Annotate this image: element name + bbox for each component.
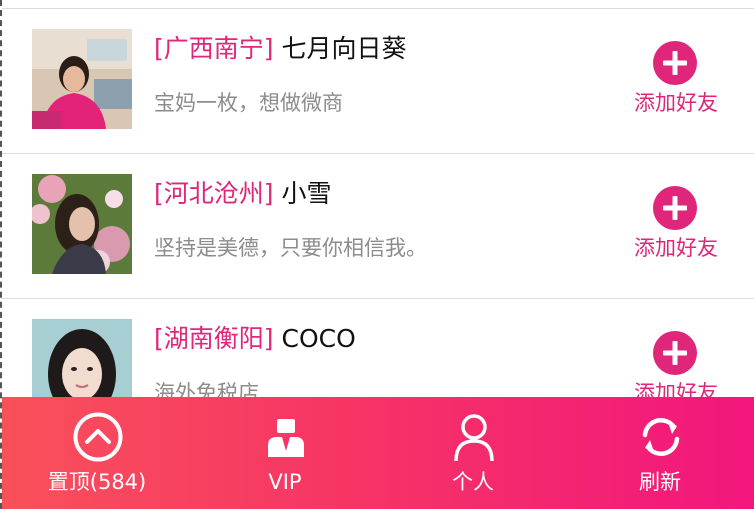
tab-label: 个人 — [452, 470, 494, 494]
signature: 宝妈一枚，想做微商 — [154, 91, 343, 115]
nickname: 小雪 — [281, 179, 332, 208]
avatar[interactable] — [32, 29, 132, 129]
list-item[interactable]: [广西南宁] 七月向日葵 宝妈一枚，想做微商 添加好友 — [2, 9, 754, 154]
name-line: [湖南衡阳] COCO — [154, 321, 356, 357]
chevron-up-circle-icon — [73, 412, 123, 462]
avatar[interactable] — [32, 174, 132, 274]
name-line: [广西南宁] 七月向日葵 — [154, 31, 407, 67]
friend-list: [广西南宁] 七月向日葵 宝妈一枚，想做微商 添加好友 [河北沧州] 小雪 坚持… — [2, 9, 754, 444]
add-friend-label: 添加好友 — [634, 236, 718, 260]
tab-label: 刷新 — [639, 470, 681, 494]
nickname: COCO — [281, 324, 356, 353]
plus-circle-icon — [653, 186, 697, 230]
refresh-icon — [642, 418, 680, 456]
name-line: [河北沧州] 小雪 — [154, 176, 332, 212]
region-label: [湖南衡阳] — [154, 324, 274, 353]
tab-label: 置顶(584) — [47, 470, 147, 494]
tab-label: VIP — [268, 470, 302, 494]
bottom-tab-bar: 置顶(584) VIP 个人 刷新 — [2, 397, 754, 509]
nickname: 七月向日葵 — [281, 34, 407, 63]
add-friend-button[interactable]: 添加好友 — [624, 41, 724, 121]
tab-vip[interactable]: VIP — [215, 397, 355, 509]
tab-refresh[interactable]: 刷新 — [590, 397, 730, 509]
add-friend-button[interactable]: 添加好友 — [624, 186, 724, 266]
plus-circle-icon — [653, 331, 697, 375]
screen: [广西南宁] 七月向日葵 宝妈一枚，想做微商 添加好友 [河北沧州] 小雪 坚持… — [0, 0, 754, 509]
tab-top[interactable]: 置顶(584) — [27, 397, 167, 509]
add-friend-label: 添加好友 — [634, 91, 718, 115]
region-label: [广西南宁] — [154, 34, 274, 63]
region-label: [河北沧州] — [154, 179, 274, 208]
plus-circle-icon — [653, 41, 697, 85]
list-item[interactable]: [河北沧州] 小雪 坚持是美德，只要你相信我。 添加好友 — [2, 154, 754, 299]
user-icon — [454, 414, 494, 462]
vip-person-icon — [268, 419, 304, 457]
tab-profile[interactable]: 个人 — [403, 397, 543, 509]
signature: 坚持是美德，只要你相信我。 — [154, 236, 427, 260]
